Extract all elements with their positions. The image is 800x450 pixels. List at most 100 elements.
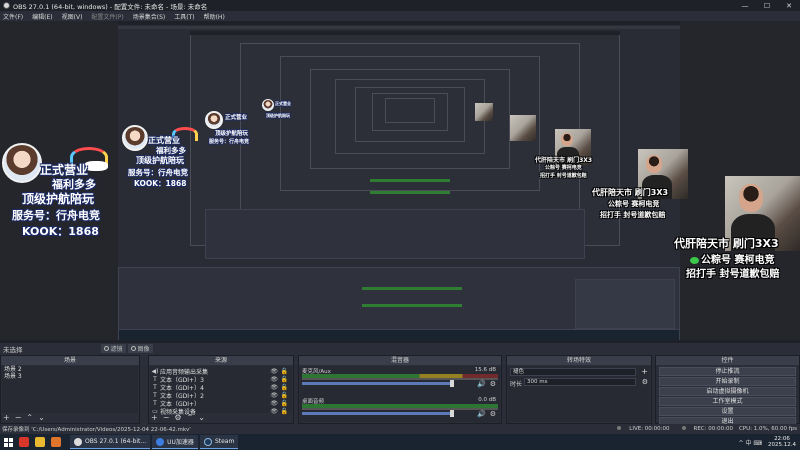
taskbar-pinned-app[interactable]: [48, 434, 64, 450]
nested-controls-level-1: [575, 279, 675, 329]
visibility-eye-icon[interactable]: 👁: [270, 384, 278, 391]
nested-meter-2: [362, 304, 462, 307]
badge-line-3: 顶级护航陪玩: [215, 131, 249, 137]
stop-streaming-button[interactable]: 停止推流: [659, 367, 796, 376]
move-source-down-button[interactable]: ⌄: [198, 414, 205, 422]
lock-icon[interactable]: 🔓: [281, 368, 288, 375]
start-button[interactable]: [0, 434, 16, 450]
lock-icon[interactable]: 🔓: [281, 384, 288, 391]
lock-icon[interactable]: 🔓: [281, 392, 288, 399]
nested-meter-3: [370, 179, 450, 182]
lock-icon[interactable]: 🔓: [281, 376, 288, 383]
move-source-up-button[interactable]: ⌃: [187, 414, 194, 422]
menu-view[interactable]: 视图(V): [62, 12, 83, 21]
add-scene-button[interactable]: +: [3, 414, 10, 422]
taskbar-task-uu[interactable]: UU加速器: [152, 435, 198, 449]
maximize-button[interactable]: ☐: [756, 0, 778, 11]
visibility-eye-icon[interactable]: 👁: [270, 392, 278, 399]
avatar: [205, 111, 223, 129]
webcam-feed-xxsmall: [475, 103, 493, 121]
close-button[interactable]: ✕: [778, 0, 800, 11]
ad-line-1-large: 代肝陪天市 刷门3X3: [674, 237, 779, 250]
cpu-fps-stats: CPU: 1.0%, 60.00 fps: [738, 426, 797, 432]
volume-fader-handle[interactable]: [450, 380, 454, 387]
add-source-button[interactable]: +: [151, 414, 158, 422]
nested-taskbar-level-1: [118, 329, 680, 340]
duration-input[interactable]: 300 ms: [524, 378, 636, 386]
transitions-dock-title: 转场特效: [507, 356, 651, 365]
streamer-badge-medium: 正式营业 福利多多 顶级护航陪玩 服务号：行舟电竞 KOOK：1868: [120, 123, 200, 193]
scene-item[interactable]: 场景 2: [2, 366, 138, 373]
start-recording-button[interactable]: 开始录制: [659, 377, 796, 386]
gear-icon[interactable]: ⚙: [490, 410, 496, 418]
text-icon: T: [153, 399, 157, 407]
transition-type-select[interactable]: 褪色: [510, 368, 636, 376]
nested-titlebar-2: [190, 31, 620, 35]
sources-dock-title: 来源: [149, 356, 293, 365]
nested-titlebar: [118, 21, 680, 25]
source-properties-button[interactable]: ⚙: [174, 414, 181, 422]
ad-line-3-small: 招打手 封号道歉包赔: [540, 173, 587, 179]
remove-scene-button[interactable]: −: [15, 414, 22, 422]
visibility-eye-icon[interactable]: 👁: [270, 368, 278, 375]
channel-db: 15.6 dB: [474, 367, 496, 373]
badge-line-4: 服务号：行舟电竞: [12, 209, 100, 222]
visibility-eye-icon[interactable]: 👁: [270, 400, 278, 407]
windows-taskbar: OBS 27.0.1 (64-bit... UU加速器 Steam ^ 中 ⌨ …: [0, 434, 800, 450]
add-transition-button[interactable]: +: [641, 367, 648, 376]
channel-db: 0.0 dB: [478, 397, 496, 403]
taskbar-pinned-app[interactable]: [16, 434, 32, 450]
taskbar-task-obs[interactable]: OBS 27.0.1 (64-bit...: [70, 435, 151, 449]
badge-line-1: 正式营业: [225, 115, 248, 121]
scene-transitions-dock: 转场特效 褪色 + 时长 300 ms ⚙: [506, 355, 652, 424]
menu-tools[interactable]: 工具(T): [174, 12, 194, 21]
menu-edit[interactable]: 编辑(E): [32, 12, 52, 21]
volume-fader-track[interactable]: [302, 412, 452, 415]
ad-line-2-large: 公粽号 赛柯电竞: [690, 251, 774, 266]
image-icon: [130, 346, 136, 351]
taskbar-pinned-app[interactable]: [32, 434, 48, 450]
volume-fader-handle[interactable]: [450, 410, 454, 417]
filters-label: 滤镜: [110, 346, 123, 353]
speaker-icon[interactable]: 🔊: [477, 410, 486, 418]
avatar: [262, 99, 274, 111]
filters-button[interactable]: 滤镜: [100, 344, 126, 353]
remove-source-button[interactable]: −: [163, 414, 170, 422]
menu-help[interactable]: 帮助(H): [204, 12, 225, 21]
studio-mode-button[interactable]: 工作室模式: [659, 397, 796, 406]
streamer-badge-xsmall: 正式营业 顶级护航陪玩: [262, 99, 302, 131]
visibility-eye-icon[interactable]: 👁: [270, 376, 278, 383]
move-scene-up-button[interactable]: ⌃: [26, 414, 33, 422]
scene-item[interactable]: 场景 3: [2, 373, 138, 380]
window-title: OBS 27.0.1 (64-bit, windows) - 配置文件: 未命名…: [13, 2, 208, 11]
text-icon: T: [153, 375, 157, 383]
sources-list: ◀) 应用音频输出采集 👁 🔓 T 文本（GDI+）3 👁 🔓 T 文本（GDI+）4 👁 🔓 T…: [150, 366, 292, 416]
ad-line-1-medium: 代肝陪天市 刷门3X3: [592, 188, 669, 197]
move-scene-down-button[interactable]: ⌄: [38, 414, 45, 422]
selected-source-label: 未选择: [3, 345, 23, 354]
ad-line-3-medium: 招打手 封号道歉包赔: [600, 211, 666, 219]
start-virtual-camera-button[interactable]: 启动虚拟摄像机: [659, 387, 796, 396]
taskbar-clock[interactable]: 22:06 2025.12.4: [768, 436, 796, 448]
image-label: 图像: [137, 346, 150, 353]
sources-footer: + − ⚙ ⌃ ⌄: [149, 413, 293, 423]
menu-profile[interactable]: 配置文件(P): [91, 12, 123, 21]
minimize-button[interactable]: —: [734, 0, 756, 11]
menu-file[interactable]: 文件(F): [3, 12, 23, 21]
lock-icon[interactable]: 🔓: [281, 400, 288, 407]
text-icon: T: [153, 383, 157, 391]
webcam-feed-xsmall: [510, 115, 536, 141]
badge-line-3: 顶级护航陪玩: [136, 156, 184, 165]
volume-fader-track[interactable]: [302, 382, 452, 385]
speaker-icon[interactable]: 🔊: [477, 380, 486, 388]
transition-gear-icon[interactable]: ⚙: [642, 378, 648, 386]
scenes-dock-title: 场景: [1, 356, 139, 365]
image-button[interactable]: 图像: [127, 344, 153, 353]
preview-canvas[interactable]: 正式营业 福利多多 顶级护航陪玩 服务号：行舟电竞 KOOK：1868 正式营业…: [0, 21, 800, 340]
taskbar-task-steam[interactable]: Steam: [199, 435, 239, 449]
menu-scene-collection[interactable]: 场景集合(S): [133, 12, 166, 21]
badge-line-4: 服务号：行舟电竞: [128, 168, 188, 177]
tray-icons[interactable]: ^ 中 ⌨: [738, 438, 762, 447]
gear-icon[interactable]: ⚙: [490, 380, 496, 388]
settings-button[interactable]: 设置: [659, 407, 796, 416]
